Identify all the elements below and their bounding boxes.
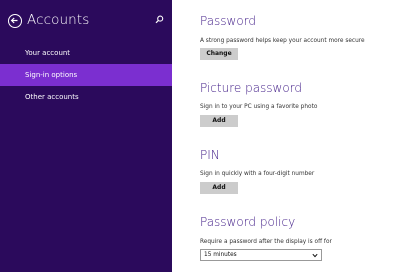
search-icon[interactable]	[155, 15, 164, 24]
picture-password-heading: Picture password	[200, 81, 303, 95]
sidebar: Accounts Your account Sign-in options Ot…	[0, 0, 172, 272]
sidebar-item-label: Your account	[25, 49, 71, 57]
select-value: 15 minutes	[204, 252, 237, 258]
sidebar-item-other-accounts[interactable]: Other accounts	[0, 86, 172, 108]
sidebar-item-label: Sign-in options	[25, 71, 78, 79]
picture-password-description: Sign in to your PC using a favorite phot…	[200, 104, 318, 110]
pin-heading: PIN	[200, 148, 220, 162]
main-content: Password A strong password helps keep yo…	[172, 0, 403, 272]
sidebar-title: Accounts	[27, 12, 90, 28]
add-picture-password-button[interactable]: Add	[200, 115, 238, 127]
password-description: A strong password helps keep your accoun…	[200, 38, 365, 44]
password-policy-description: Require a password after the display is …	[200, 239, 332, 245]
password-policy-select[interactable]: 15 minutes	[200, 249, 322, 261]
sidebar-item-sign-in-options[interactable]: Sign-in options	[0, 64, 172, 86]
change-password-button[interactable]: Change	[200, 48, 238, 60]
back-arrow-icon	[10, 17, 18, 24]
sidebar-item-label: Other accounts	[25, 93, 79, 101]
pin-description: Sign in quickly with a four-digit number	[200, 171, 315, 177]
password-heading: Password	[200, 14, 257, 28]
sidebar-item-your-account[interactable]: Your account	[0, 42, 172, 64]
chevron-down-icon	[312, 253, 318, 258]
back-button[interactable]	[8, 14, 22, 28]
password-policy-heading: Password policy	[200, 215, 296, 229]
add-pin-button[interactable]: Add	[200, 182, 238, 194]
